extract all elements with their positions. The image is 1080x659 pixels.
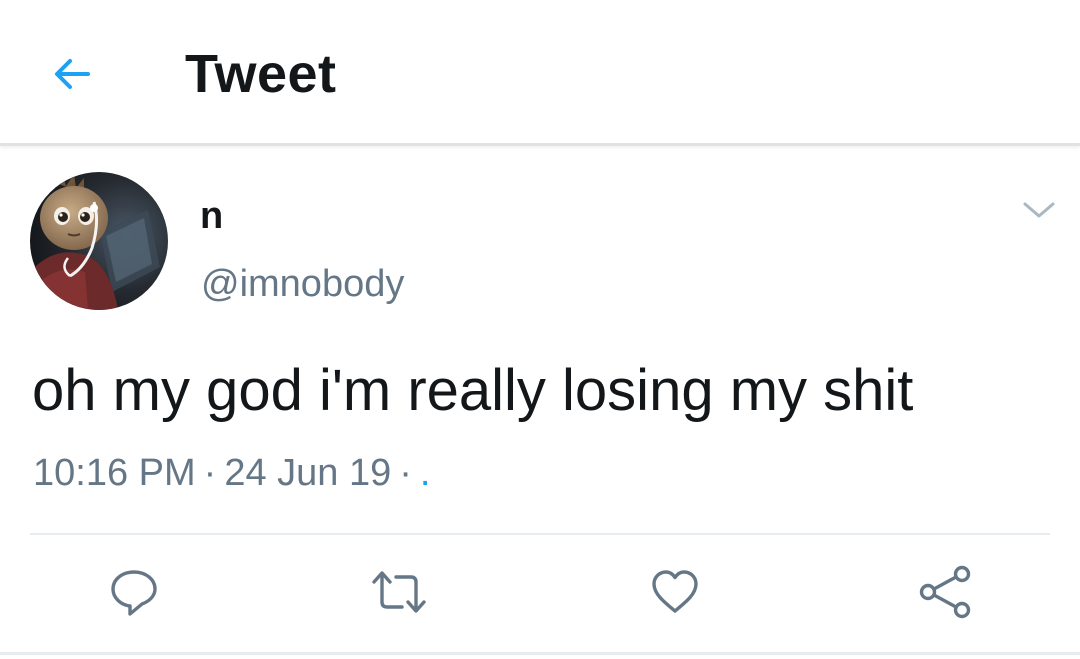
reply-button[interactable] (104, 562, 164, 622)
display-name[interactable]: n (200, 193, 223, 239)
share-icon (919, 565, 971, 619)
tweet-text: oh my god i'm really losing my shit (32, 358, 914, 423)
user-handle[interactable]: @imnobody (201, 261, 404, 307)
back-button[interactable] (42, 46, 102, 102)
tweet-source-link[interactable]: . (420, 452, 431, 494)
tweet-date: 24 Jun 19 (224, 452, 392, 494)
tweet-meta: 10:16 PM · 24 Jun 19 ·. (33, 449, 430, 497)
heart-icon (652, 570, 698, 613)
reply-icon (111, 570, 157, 616)
avatar[interactable] (30, 172, 168, 310)
divider (0, 652, 1080, 655)
like-button[interactable] (645, 562, 705, 622)
divider (30, 533, 1050, 535)
chevron-down-icon (1023, 202, 1055, 218)
profile-picture (30, 172, 168, 310)
tweet-menu-button[interactable] (1018, 194, 1060, 226)
tweet-time: 10:16 PM (33, 452, 196, 494)
meta-separator: · (203, 452, 217, 494)
arrow-left-icon (55, 59, 90, 89)
page-title: Tweet (185, 44, 337, 104)
top-app-bar: Tweet (0, 0, 1080, 146)
retweet-icon (372, 571, 426, 613)
share-button[interactable] (915, 562, 975, 622)
meta-separator: · (399, 452, 412, 494)
retweet-button[interactable] (369, 562, 429, 622)
